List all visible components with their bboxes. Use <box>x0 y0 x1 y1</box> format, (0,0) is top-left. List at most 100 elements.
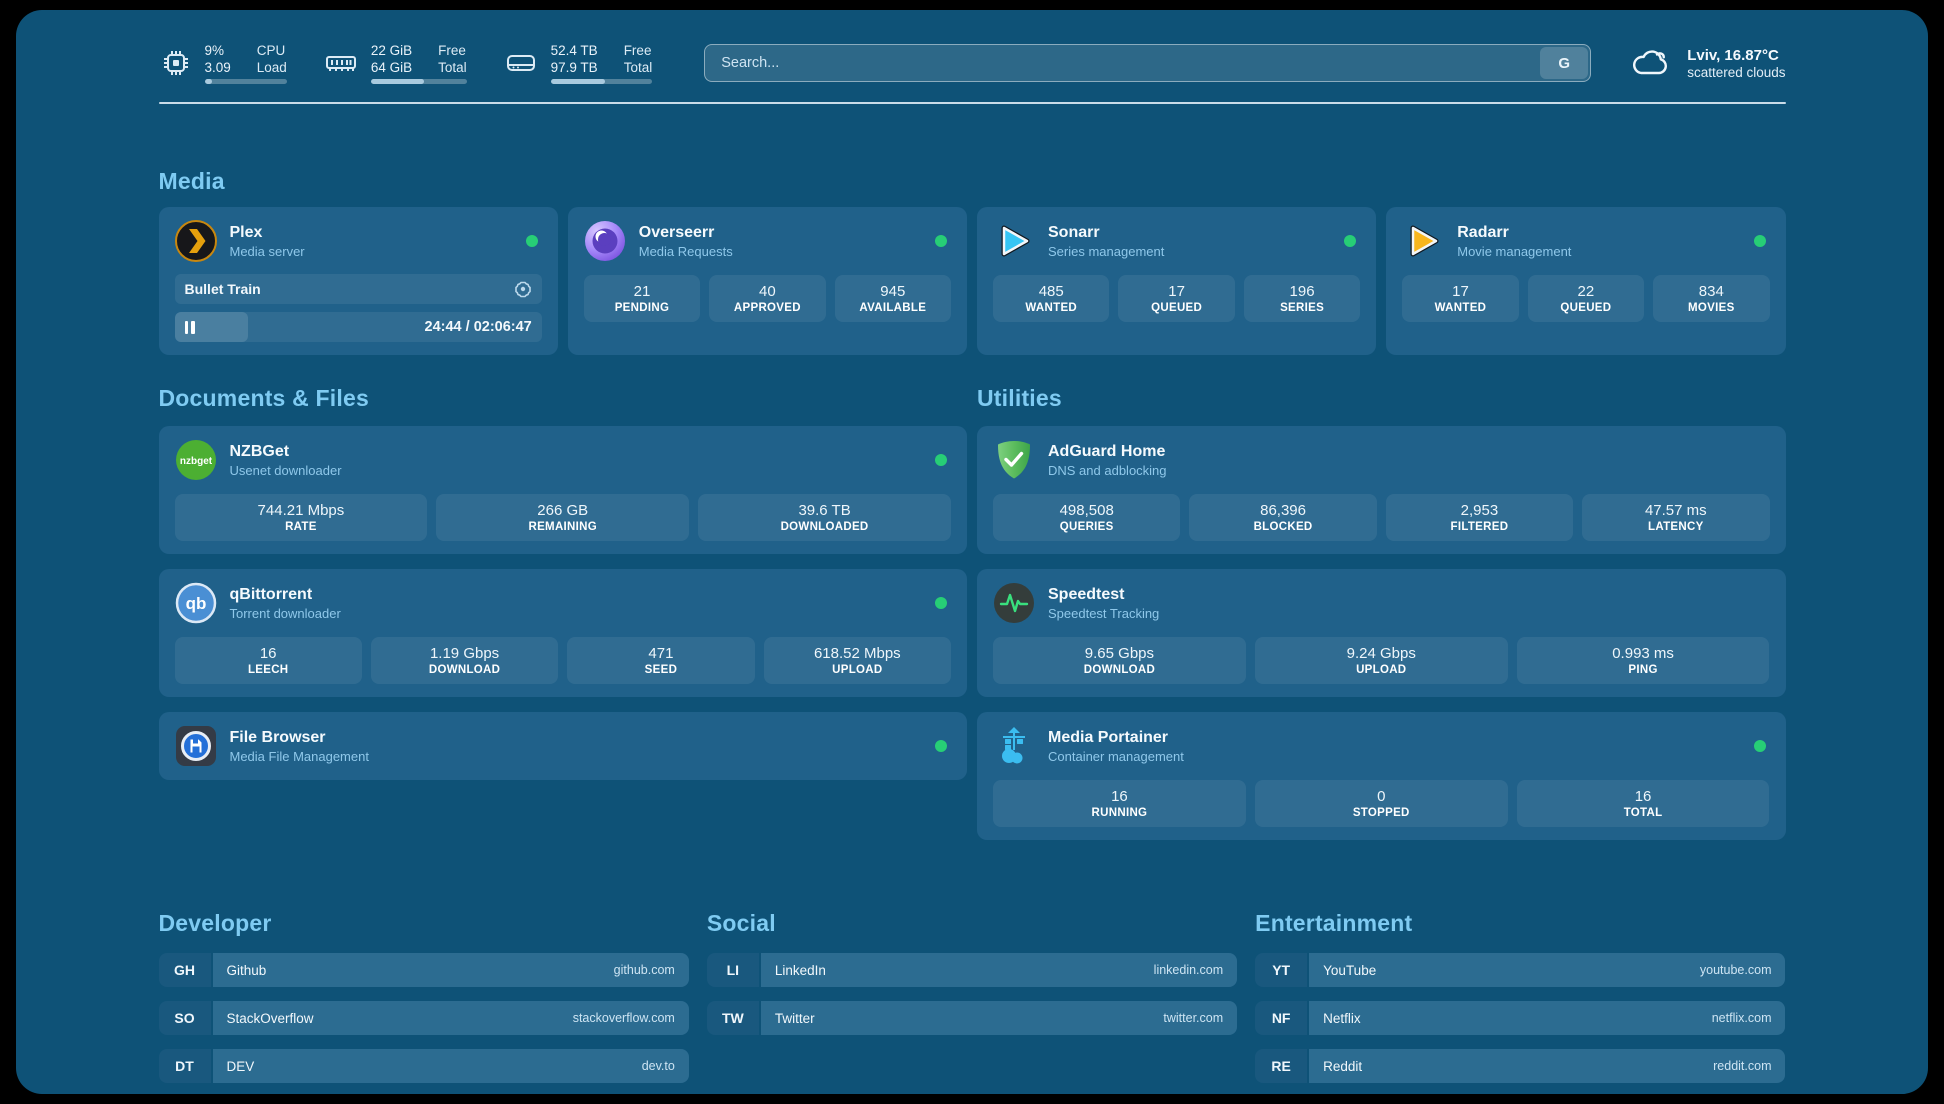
card-adguard[interactable]: AdGuard Home DNS and adblocking 498,508 … <box>977 426 1786 554</box>
bookmark-name: LinkedIn <box>775 963 826 978</box>
bookmark-name: Reddit <box>1323 1059 1362 1074</box>
stat-tile: 1.19 Gbps DOWNLOAD <box>371 637 558 684</box>
disk-free-value: 52.4 TB <box>551 43 598 59</box>
bookmark-stackoverflow[interactable]: SO StackOverflow stackoverflow.com <box>159 1001 689 1035</box>
pause-icon[interactable] <box>185 321 195 334</box>
bookmark-reddit[interactable]: RE Reddit reddit.com <box>1255 1049 1785 1083</box>
status-dot <box>1754 235 1766 247</box>
now-playing-title: Bullet Train <box>185 281 261 297</box>
cpu-load-label: Load <box>257 60 287 76</box>
card-radarr[interactable]: Radarr Movie management 17 WANTED 22 QUE… <box>1386 207 1785 355</box>
topbar-divider <box>159 102 1786 104</box>
svg-text:nzbget: nzbget <box>179 456 212 467</box>
adguard-icon <box>993 439 1035 481</box>
bookmark-linkedin[interactable]: LI LinkedIn linkedin.com <box>707 953 1237 987</box>
portainer-icon <box>993 725 1035 767</box>
cpu-usage-value: 9% <box>205 43 231 59</box>
bookmark-netflix[interactable]: NF Netflix netflix.com <box>1255 1001 1785 1035</box>
bookmark-url: stackoverflow.com <box>573 1011 675 1025</box>
stat-tile: 86,396 BLOCKED <box>1189 494 1376 541</box>
stat-tile: 16 RUNNING <box>993 780 1246 827</box>
bookmark-url: reddit.com <box>1713 1059 1771 1073</box>
playback-time: 24:44 / 02:06:47 <box>425 319 532 335</box>
card-portainer[interactable]: Media Portainer Container management 16 … <box>977 712 1786 840</box>
service-subtitle: Speedtest Tracking <box>1048 606 1159 621</box>
bookmark-dev[interactable]: DT DEV dev.to <box>159 1049 689 1083</box>
stat-tile: 196 SERIES <box>1244 275 1360 322</box>
bookmark-abbr: GH <box>159 953 211 987</box>
section-title-media: Media <box>159 168 1786 195</box>
social-bookmarks: LI LinkedIn linkedin.com TW Twitter twit… <box>707 953 1237 1035</box>
bookmark-name: Github <box>227 963 267 978</box>
stat-tile: 21 PENDING <box>584 275 700 322</box>
stat-tile: 9.24 Gbps UPLOAD <box>1255 637 1508 684</box>
bookmark-url: github.com <box>614 963 675 977</box>
ram-total-label: Total <box>438 60 467 76</box>
playback-progress-row: 24:44 / 02:06:47 <box>175 312 542 342</box>
card-filebrowser[interactable]: File Browser Media File Management <box>159 712 968 780</box>
cpu-load-value: 3.09 <box>205 60 231 76</box>
disk-progress-bar <box>551 79 653 84</box>
bookmark-name: Netflix <box>1323 1011 1361 1026</box>
service-name: Speedtest <box>1048 586 1159 604</box>
card-nzbget[interactable]: nzbget NZBGet Usenet downloader 74 <box>159 426 968 554</box>
service-name: NZBGet <box>230 443 342 461</box>
gear-icon[interactable] <box>514 280 532 298</box>
cpu-progress-bar <box>205 79 287 84</box>
stat-tile: 744.21 Mbps RATE <box>175 494 428 541</box>
system-stats: 9% 3.09 CPU Load <box>159 43 653 84</box>
bookmark-name: DEV <box>227 1059 255 1074</box>
bookmark-youtube[interactable]: YT YouTube youtube.com <box>1255 953 1785 987</box>
bookmark-name: StackOverflow <box>227 1011 314 1026</box>
bookmark-abbr: NF <box>1255 1001 1307 1035</box>
service-name: Sonarr <box>1048 224 1164 242</box>
bookmark-github[interactable]: GH Github github.com <box>159 953 689 987</box>
ram-icon <box>323 46 359 80</box>
bookmark-twitter[interactable]: TW Twitter twitter.com <box>707 1001 1237 1035</box>
card-speedtest[interactable]: Speedtest Speedtest Tracking 9.65 Gbps D… <box>977 569 1786 697</box>
service-subtitle: Movie management <box>1457 244 1571 259</box>
status-dot <box>935 740 947 752</box>
bookmark-abbr: YT <box>1255 953 1307 987</box>
search-input[interactable] <box>704 44 1591 82</box>
service-name: Plex <box>230 224 305 242</box>
stat-tile: 47.57 ms LATENCY <box>1582 494 1769 541</box>
card-plex[interactable]: Plex Media server Bullet Train <box>159 207 558 355</box>
sonarr-icon <box>993 220 1035 262</box>
bookmark-abbr: SO <box>159 1001 211 1035</box>
section-title-developer: Developer <box>159 910 689 937</box>
ram-free-label: Free <box>438 43 467 59</box>
service-subtitle: Media server <box>230 244 305 259</box>
card-overseerr[interactable]: Overseerr Media Requests 21 PENDING 40 A… <box>568 207 967 355</box>
service-subtitle: Usenet downloader <box>230 463 342 478</box>
stat-tile: 485 WANTED <box>993 275 1109 322</box>
stat-tile: 16 TOTAL <box>1517 780 1770 827</box>
search-engine-button[interactable]: G <box>1540 47 1588 79</box>
stat-tile: 17 WANTED <box>1402 275 1518 322</box>
stat-tile: 266 GB REMAINING <box>436 494 689 541</box>
disk-free-label: Free <box>624 43 653 59</box>
search-box: G <box>704 44 1591 82</box>
disk-total-value: 97.9 TB <box>551 60 598 76</box>
ram-stat: 22 GiB 64 GiB Free Total <box>323 43 467 84</box>
card-qbittorrent[interactable]: qb qBittorrent Torrent downloader <box>159 569 968 697</box>
bookmark-name: Twitter <box>775 1011 815 1026</box>
qbittorrent-icon: qb <box>175 582 217 624</box>
status-dot <box>526 235 538 247</box>
bookmark-abbr: RE <box>1255 1049 1307 1083</box>
weather-widget[interactable]: Lviv, 16.87°C scattered clouds <box>1629 45 1785 81</box>
topbar: 9% 3.09 CPU Load <box>159 40 1786 86</box>
dashboard-panel: 9% 3.09 CPU Load <box>16 10 1928 1094</box>
service-subtitle: Series management <box>1048 244 1164 259</box>
disk-stat: 52.4 TB 97.9 TB Free Total <box>503 43 653 84</box>
service-name: Overseerr <box>639 224 733 242</box>
card-sonarr[interactable]: Sonarr Series management 485 WANTED 17 Q… <box>977 207 1376 355</box>
bookmark-abbr: TW <box>707 1001 759 1035</box>
stat-tile: 618.52 Mbps UPLOAD <box>764 637 951 684</box>
ram-total-value: 64 GiB <box>371 60 412 76</box>
status-dot <box>1344 235 1356 247</box>
section-title-documents: Documents & Files <box>159 385 968 412</box>
stat-tile: 471 SEED <box>567 637 754 684</box>
weather-location-temp: Lviv, 16.87°C <box>1687 47 1785 64</box>
status-dot <box>1754 740 1766 752</box>
